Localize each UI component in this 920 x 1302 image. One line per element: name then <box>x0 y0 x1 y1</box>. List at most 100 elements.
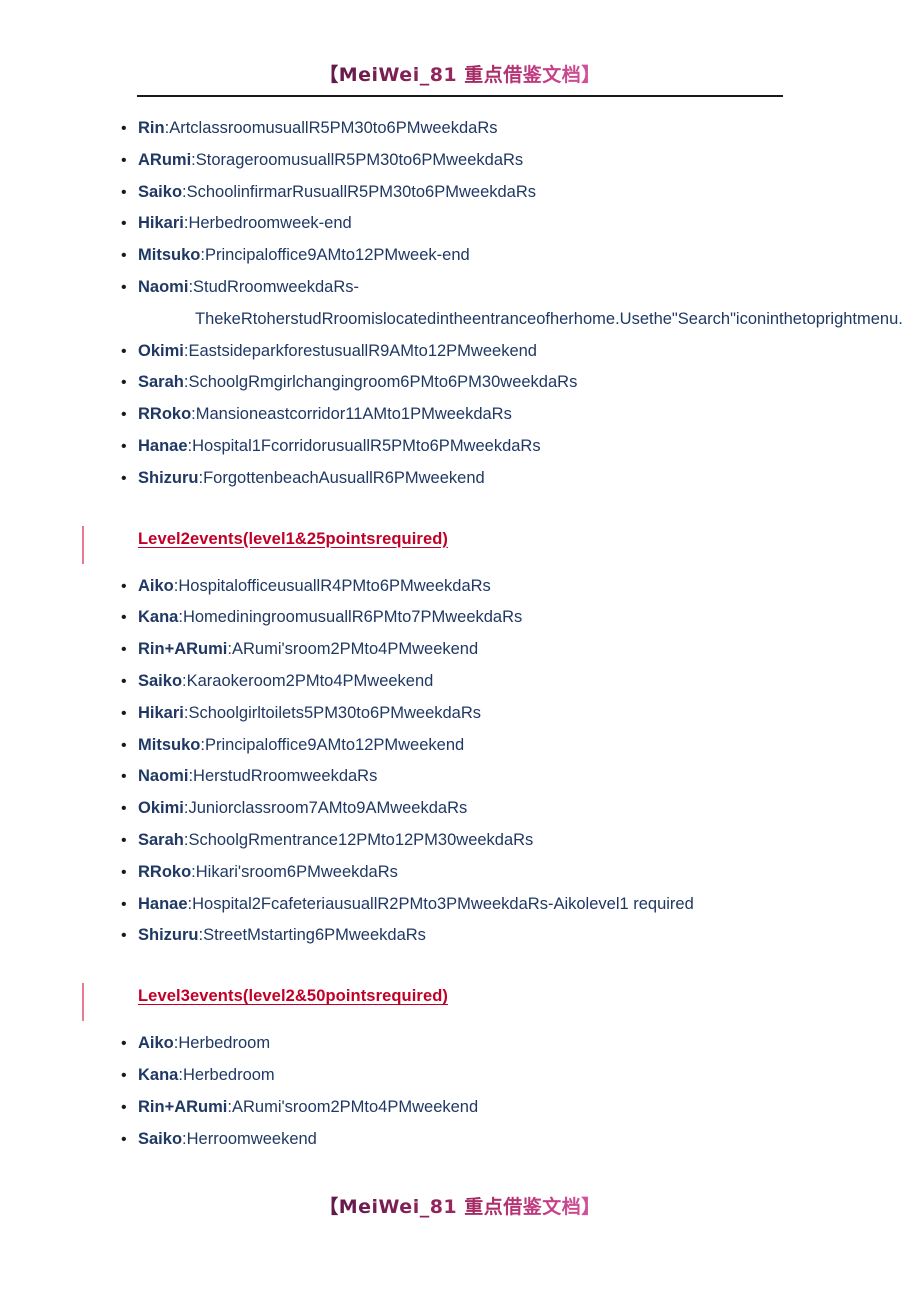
character-name: Hanae <box>138 894 188 913</box>
header-horizontal-rule <box>137 95 783 97</box>
event-list: • Rin:ArtclassroomusuallR5PM30to6PMweekda… <box>0 113 920 495</box>
list-item: • RRoko:Mansioneastcorridor11AMto1PMweekd… <box>0 399 920 431</box>
event-description: StudRroomweekdaRs-ThekeRtoherstudRroomis… <box>193 277 903 328</box>
section-heading: Level3events(level2&50pointsrequired) <box>0 974 920 1028</box>
character-name: Aiko <box>138 576 174 595</box>
event-description: ARumi'sroom2PMto4PMweekend <box>231 640 479 659</box>
bullet-icon: • <box>121 895 127 913</box>
character-name: Kana <box>138 1065 179 1084</box>
list-item: • Mitsuko:Principaloffice9AMto12PMweek-en… <box>0 240 920 272</box>
event-description: Karaokeroom2PMto4PMweekend <box>186 671 434 690</box>
list-item: • Saiko:SchoolinfirmarRusuallR5PM30to6PMw… <box>0 177 920 209</box>
list-item: • Saiko:Karaokeroom2PMto4PMweekend <box>0 666 920 698</box>
character-name: RRoko <box>138 405 192 424</box>
character-name: Saiko <box>138 671 183 690</box>
list-item: • Sarah:SchoolgRmentrance12PMto12PM30week… <box>0 825 920 857</box>
list-item: • Rin:ArtclassroomusuallR5PM30to6PMweekda… <box>0 113 920 145</box>
list-item: • Hanae:Hospital2FcafeteriausuallR2PMto3P… <box>0 889 920 921</box>
character-name: Hikari <box>138 214 184 233</box>
character-name: Hanae <box>138 436 188 455</box>
bullet-icon: • <box>121 437 127 455</box>
bullet-icon: • <box>121 577 127 595</box>
event-description: StreetMstarting6PMweekdaRs <box>203 926 426 945</box>
event-description: Herbedroomweek-end <box>188 214 352 233</box>
event-description: HomediningroomusuallR6PMto7PMweekdaRs <box>182 608 523 627</box>
header-watermark-zone: 【MeiWei_81 重点借鉴文档】 <box>0 60 920 87</box>
event-description: ARumi'sroom2PMto4PMweekend <box>231 1097 479 1116</box>
event-description: SchoolinfirmarRusuallR5PM30to6PMweekdaRs <box>186 182 537 201</box>
bullet-icon: • <box>121 609 127 627</box>
event-description: Herbedroom <box>182 1065 275 1084</box>
bullet-icon: • <box>121 927 127 945</box>
list-item: • Sarah:SchoolgRmgirlchangingroom6PMto6PM… <box>0 367 920 399</box>
list-item: • RRoko:Hikari'sroom6PMweekdaRs <box>0 857 920 889</box>
bullet-icon: • <box>121 863 127 881</box>
list-item: • Hikari:Schoolgirltoilets5PM30to6PMweekd… <box>0 698 920 730</box>
event-description: SchoolgRmentrance12PMto12PM30weekdaRs <box>188 830 534 849</box>
event-description: Juniorclassroom7AMto9AMweekdaRs <box>188 799 468 818</box>
list-item: • Kana:HomediningroomusuallR6PMto7PMweekd… <box>0 602 920 634</box>
character-name: Shizuru <box>138 468 199 487</box>
character-name: Naomi <box>138 767 189 786</box>
document-section: • Rin:ArtclassroomusuallR5PM30to6PMweekda… <box>0 113 920 495</box>
list-item: • Hanae:Hospital1FcorridorusuallR5PMto6PM… <box>0 431 920 463</box>
event-description: SchoolgRmgirlchangingroom6PMto6PM30weekd… <box>188 373 578 392</box>
bullet-icon: • <box>121 831 127 849</box>
event-description: ArtclassroomusuallR5PM30to6PMweekdaRs <box>169 119 498 137</box>
bullet-icon: • <box>121 406 127 424</box>
bullet-icon: • <box>121 247 127 265</box>
character-name: Naomi <box>138 277 189 296</box>
change-bar-icon <box>82 983 84 1022</box>
character-name: Sarah <box>138 830 184 849</box>
character-name: Rin+ARumi <box>138 1097 228 1116</box>
change-bar-icon <box>82 525 84 564</box>
character-name: Sarah <box>138 373 184 392</box>
bullet-icon: • <box>121 736 127 754</box>
character-name: Okimi <box>138 799 184 818</box>
character-name: Aiko <box>138 1034 174 1053</box>
event-description: HerstudRroomweekdaRs <box>193 767 378 786</box>
section-heading: Level2events(level1&25pointsrequired) <box>0 517 920 571</box>
bullet-icon: • <box>121 342 127 360</box>
list-item: • Hikari:Herbedroomweek-end <box>0 208 920 240</box>
section-heading-title: Level2events(level1&25pointsrequired) <box>138 529 448 548</box>
bullet-icon: • <box>121 120 127 137</box>
list-item: • Shizuru:StreetMstarting6PMweekdaRs <box>0 920 920 952</box>
list-item: • Mitsuko:Principaloffice9AMto12PMweekend <box>0 730 920 762</box>
list-item: • Aiko:Herbedroom <box>0 1028 920 1060</box>
event-description: StorageroomusuallR5PM30to6PMweekdaRs <box>195 150 524 169</box>
character-name: Mitsuko <box>138 246 201 265</box>
event-description: Hospital2FcafeteriausuallR2PMto3PMweekda… <box>192 894 694 913</box>
list-item: • Kana:Herbedroom <box>0 1060 920 1092</box>
list-item: • Aiko:HospitalofficeusuallR4PMto6PMweekd… <box>0 571 920 603</box>
character-name: Mitsuko <box>138 735 201 754</box>
bullet-icon: • <box>121 374 127 392</box>
footer-watermark: 【MeiWei_81 重点借鉴文档】 <box>319 1192 601 1219</box>
bullet-icon: • <box>121 800 127 818</box>
character-name: Shizuru <box>138 926 199 945</box>
bullet-icon: • <box>121 215 127 233</box>
list-item: • Rin+ARumi:ARumi'sroom2PMto4PMweekend <box>0 1092 920 1124</box>
character-name: Rin <box>138 119 165 137</box>
event-description: Herbedroom <box>178 1034 271 1053</box>
list-item: • Naomi:HerstudRroomweekdaRs <box>0 761 920 793</box>
bullet-icon: • <box>121 1098 127 1116</box>
list-item: • Okimi:Juniorclassroom7AMto9AMweekdaRs <box>0 793 920 825</box>
bullet-icon: • <box>121 1130 127 1148</box>
document-section: Level3events(level2&50pointsrequired) • Ai… <box>0 952 920 1155</box>
list-item: • Naomi:StudRroomweekdaRs-ThekeRtoherstud… <box>0 272 920 336</box>
character-name: Okimi <box>138 341 184 360</box>
character-name: Rin+ARumi <box>138 640 228 659</box>
event-description: Schoolgirltoilets5PM30to6PMweekdaRs <box>188 703 482 722</box>
event-list: • Aiko:HospitalofficeusuallR4PMto6PMweekd… <box>0 571 920 953</box>
event-description: Hikari'sroom6PMweekdaRs <box>195 862 398 881</box>
character-name: RRoko <box>138 862 192 881</box>
character-name: Saiko <box>138 182 183 201</box>
character-name: Saiko <box>138 1129 183 1148</box>
event-list: • Aiko:Herbedroom • Kana:Herbedroom • Rin+ARu… <box>0 1028 920 1155</box>
character-name: ARumi <box>138 150 192 169</box>
document-section: Level2events(level1&25pointsrequired) • Ai… <box>0 495 920 953</box>
bullet-icon: • <box>121 641 127 659</box>
